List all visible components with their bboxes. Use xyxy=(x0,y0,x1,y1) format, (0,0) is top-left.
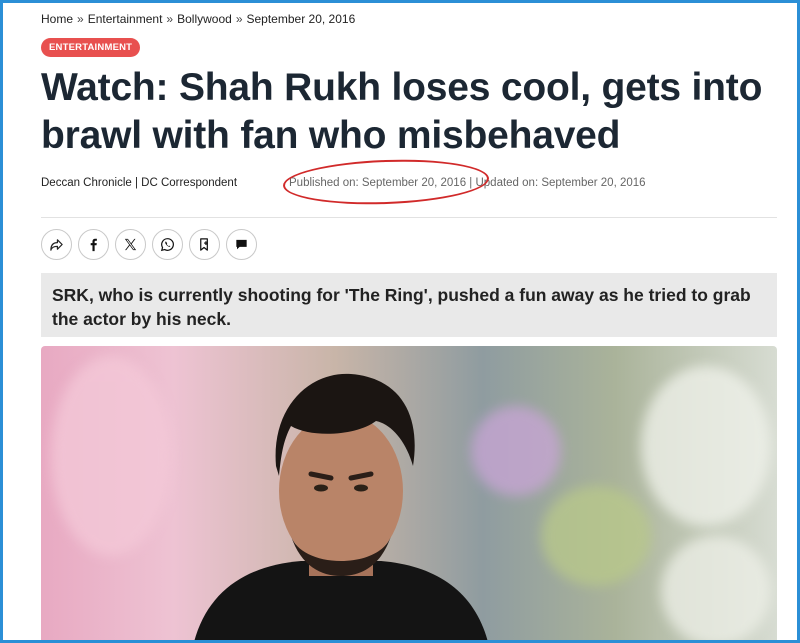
bookmark-icon xyxy=(200,238,208,251)
byline: Deccan Chronicle | DC Correspondent xyxy=(41,177,238,189)
facebook-share-button[interactable] xyxy=(78,229,109,260)
annotation-circle xyxy=(282,156,490,208)
share-button[interactable] xyxy=(41,229,72,260)
x-icon xyxy=(124,238,137,251)
whatsapp-icon xyxy=(160,238,174,252)
article-hero-image xyxy=(41,346,777,643)
comment-icon xyxy=(236,239,247,250)
category-badge[interactable]: ENTERTAINMENT xyxy=(41,38,141,57)
comment-button[interactable] xyxy=(226,229,257,260)
x-share-button[interactable] xyxy=(115,229,146,260)
facebook-icon xyxy=(90,238,97,252)
whatsapp-share-button[interactable] xyxy=(152,229,183,260)
breadcrumb-separator: » xyxy=(77,12,84,26)
breadcrumb-bollywood[interactable]: Bollywood xyxy=(177,12,232,26)
article-headline: Watch: Shah Rukh loses cool, gets into b… xyxy=(41,66,763,157)
breadcrumb: Home » Entertainment » Bollywood » Septe… xyxy=(41,12,355,26)
background-bokeh xyxy=(51,356,171,556)
breadcrumb-separator: » xyxy=(166,12,174,26)
article-summary: SRK, who is currently shooting for 'The … xyxy=(41,273,777,337)
background-bokeh xyxy=(541,486,651,586)
background-bokeh xyxy=(641,366,771,526)
breadcrumb-entertainment[interactable]: Entertainment xyxy=(88,12,163,26)
share-toolbar xyxy=(41,229,257,260)
person-photo xyxy=(193,373,489,643)
breadcrumb-separator: » xyxy=(235,12,243,26)
breadcrumb-date: September 20, 2016 xyxy=(246,12,356,26)
divider xyxy=(41,217,777,218)
breadcrumb-home[interactable]: Home xyxy=(41,12,73,26)
bookmark-button[interactable] xyxy=(189,229,220,260)
share-icon xyxy=(50,239,63,251)
background-bokeh xyxy=(661,536,771,643)
